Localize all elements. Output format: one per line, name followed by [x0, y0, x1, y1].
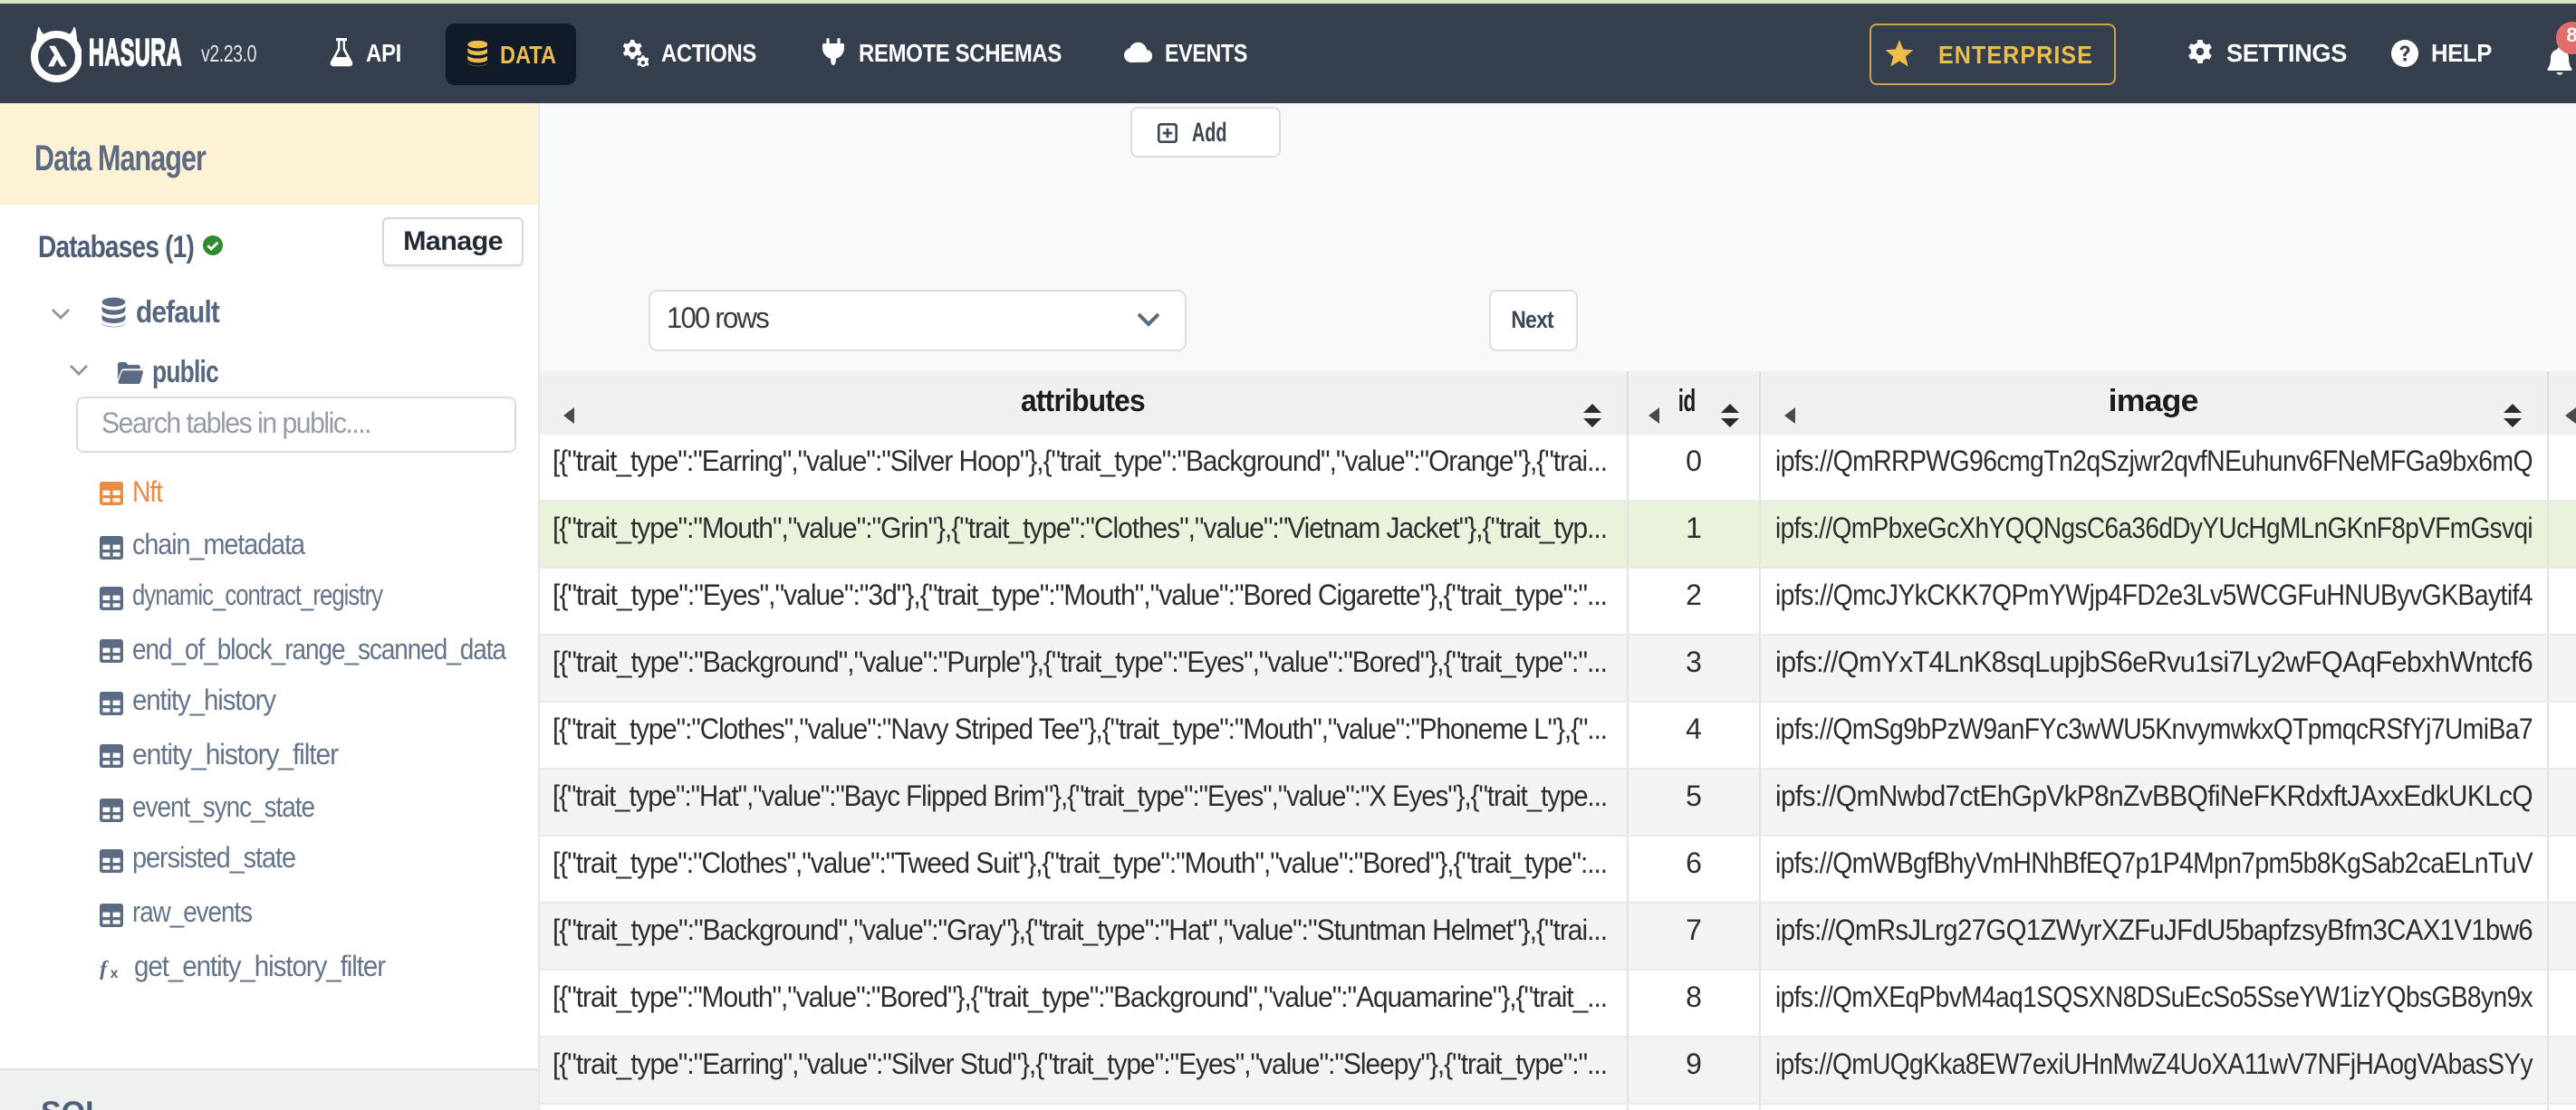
svg-text:x: x [111, 965, 119, 979]
svg-text:f: f [100, 957, 109, 979]
